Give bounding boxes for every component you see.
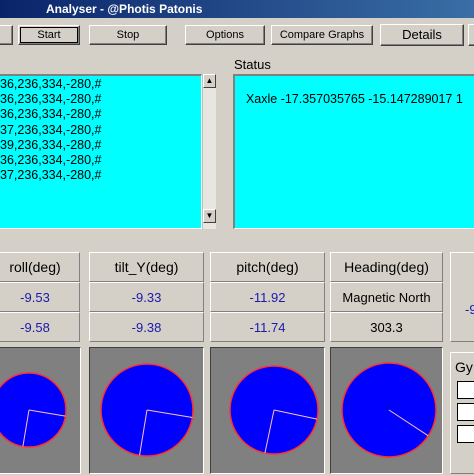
pitch-header: pitch(deg) (210, 252, 325, 282)
log-line: 36,236,334,-280,# (0, 107, 102, 122)
status-label: Status (234, 57, 271, 72)
window-title-bar: Analyser - @Photis Patonis (0, 0, 474, 18)
pitch-gauge (210, 347, 325, 474)
tilt-value-2: -9.38 (89, 312, 204, 342)
status-text: Xaxle -17.357035765 -15.147289017 1 (245, 92, 463, 107)
roll-header: roll(deg) (0, 252, 80, 282)
serial-log-textbox[interactable]: 36,236,334,-280,# 36,236,334,-280,# 36,236… (0, 74, 202, 229)
heading-value: 303.3 (330, 312, 443, 342)
left-truncated-button[interactable] (0, 25, 13, 45)
log-line: 37,236,334,-280,# (0, 122, 102, 137)
log-line: 39,236,334,-280,# (0, 137, 102, 152)
right-truncated-button[interactable] (468, 24, 474, 46)
gyro-cell-1 (457, 381, 474, 399)
log-scrollbar[interactable]: ▲ ▼ (202, 74, 216, 229)
window-title: Analyser - @Photis Patonis (46, 2, 203, 16)
details-button[interactable]: Details (380, 24, 464, 46)
scroll-up-arrow-icon[interactable]: ▲ (203, 74, 216, 88)
status-textbox[interactable]: Xaxle -17.357035765 -15.147289017 1 (233, 74, 474, 229)
log-line: 37,236,334,-280,# (0, 168, 102, 183)
scroll-down-arrow-icon[interactable]: ▼ (203, 209, 216, 223)
log-line: 36,236,334,-280,# (0, 92, 102, 107)
side-readout-panel: -9.5 (450, 252, 474, 342)
tilt-gauge (89, 347, 204, 474)
roll-value-2: -9.58 (0, 312, 80, 342)
roll-gauge-svg (0, 372, 67, 448)
start-button[interactable]: Start (18, 25, 80, 45)
side-value: -9.5 (465, 302, 474, 317)
roll-value: -9.53 (0, 282, 80, 312)
compare-graphs-button[interactable]: Compare Graphs (271, 25, 373, 45)
log-line: 36,236,334,-280,# (0, 77, 102, 91)
heading-gauge (330, 347, 443, 474)
gyro-label: Gy (455, 359, 473, 375)
options-button[interactable]: Options (185, 25, 265, 45)
heading-gauge-svg (341, 362, 437, 458)
heading-header: Heading(deg) (330, 252, 443, 282)
roll-gauge (0, 347, 81, 474)
gyro-cell-3 (457, 425, 474, 443)
tilt-header: tilt_Y(deg) (89, 252, 204, 282)
heading-reference: Magnetic North (330, 282, 443, 312)
pitch-value-2: -11.74 (210, 312, 325, 342)
gyro-cell-2 (457, 403, 474, 421)
log-line: 36,236,334,-280,# (0, 153, 102, 168)
roll-gauge-dial (0, 372, 67, 448)
gyro-panel: Gy (450, 352, 474, 474)
pitch-value: -11.92 (210, 282, 325, 312)
stop-button[interactable]: Stop (89, 25, 167, 45)
tilt-gauge-svg (100, 363, 194, 457)
pitch-gauge-svg (229, 365, 319, 455)
tilt-value: -9.33 (89, 282, 204, 312)
